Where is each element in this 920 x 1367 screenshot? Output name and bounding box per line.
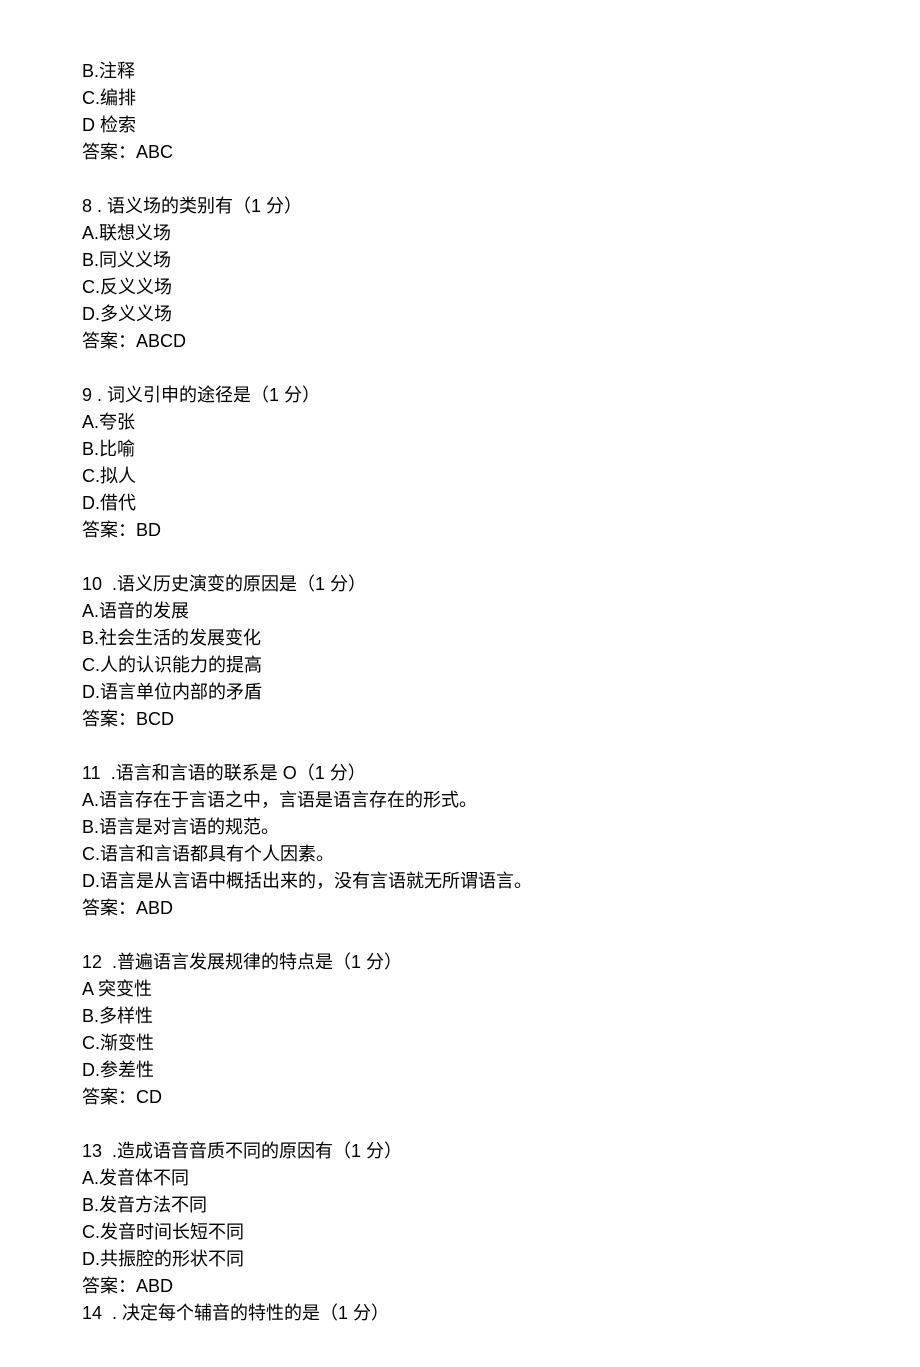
question-text: .普遍语言发展规律的特点是（1 分）	[102, 952, 402, 972]
option-line: C.发音时间长短不同	[82, 1219, 838, 1246]
question-stem: 14 . 决定每个辅音的特性的是（1 分）	[82, 1300, 838, 1327]
option-line: A.联想义场	[82, 220, 838, 247]
blank-line	[82, 1111, 838, 1138]
question-number: 9	[82, 385, 92, 405]
option-line: D.语言是从言语中概括出来的，没有言语就无所谓语言。	[82, 868, 838, 895]
blank-line	[82, 355, 838, 382]
option-line: B.同义义场	[82, 247, 838, 274]
option-line: D.共振腔的形状不同	[82, 1246, 838, 1273]
answer-line: 答案：ABC	[82, 139, 838, 166]
option-line: C.人的认识能力的提高	[82, 652, 838, 679]
question-stem: 9 . 词义引申的途径是（1 分）	[82, 382, 838, 409]
option-line: D.借代	[82, 490, 838, 517]
option-line: A 突变性	[82, 976, 838, 1003]
answer-line: 答案：ABD	[82, 895, 838, 922]
option-line: C.渐变性	[82, 1030, 838, 1057]
question-number: 8	[82, 196, 92, 216]
question-stem: 10 .语义历史演变的原因是（1 分）	[82, 571, 838, 598]
blank-line	[82, 166, 838, 193]
option-line: A.语音的发展	[82, 598, 838, 625]
option-line: B.多样性	[82, 1003, 838, 1030]
option-line: B.比喻	[82, 436, 838, 463]
question-text: . 词义引申的途径是（1 分）	[92, 385, 320, 405]
option-line: D 检索	[82, 112, 838, 139]
question-stem: 8 . 语义场的类别有（1 分）	[82, 193, 838, 220]
question-number: 11	[82, 763, 101, 783]
option-line: B.语言是对言语的规范。	[82, 814, 838, 841]
option-line: D.语言单位内部的矛盾	[82, 679, 838, 706]
option-line: C.拟人	[82, 463, 838, 490]
blank-line	[82, 922, 838, 949]
answer-line: 答案：BCD	[82, 706, 838, 733]
blank-line	[82, 544, 838, 571]
question-number: 10	[82, 574, 102, 594]
option-line: D.多义义场	[82, 301, 838, 328]
answer-line: 答案：ABCD	[82, 328, 838, 355]
option-line: B.发音方法不同	[82, 1192, 838, 1219]
question-number: 13	[82, 1141, 102, 1161]
option-line: A.语言存在于言语之中，言语是语言存在的形式。	[82, 787, 838, 814]
option-line: A.夸张	[82, 409, 838, 436]
answer-line: 答案：BD	[82, 517, 838, 544]
answer-line: 答案：ABD	[82, 1273, 838, 1300]
option-line: C.语言和言语都具有个人因素。	[82, 841, 838, 868]
option-line: C.编排	[82, 85, 838, 112]
option-line: C.反义义场	[82, 274, 838, 301]
question-text: .造成语音音质不同的原因有（1 分）	[102, 1141, 402, 1161]
question-stem: 11 .语言和言语的联系是 O（1 分）	[82, 760, 838, 787]
option-line: B.社会生活的发展变化	[82, 625, 838, 652]
option-line: D.参差性	[82, 1057, 838, 1084]
question-text: .语义历史演变的原因是（1 分）	[102, 574, 366, 594]
question-number: 12	[82, 952, 102, 972]
question-number: 14	[82, 1303, 102, 1323]
question-text: .语言和言语的联系是 O（1 分）	[101, 763, 366, 783]
option-line: B.注释	[82, 58, 838, 85]
blank-line	[82, 733, 838, 760]
document-page: B.注释 C.编排 D 检索 答案：ABC 8 . 语义场的类别有（1 分） A…	[0, 0, 920, 1367]
question-stem: 12 .普遍语言发展规律的特点是（1 分）	[82, 949, 838, 976]
option-line: A.发音体不同	[82, 1165, 838, 1192]
answer-line: 答案：CD	[82, 1084, 838, 1111]
question-text: . 决定每个辅音的特性的是（1 分）	[102, 1303, 389, 1323]
question-stem: 13 .造成语音音质不同的原因有（1 分）	[82, 1138, 838, 1165]
question-text: . 语义场的类别有（1 分）	[92, 196, 302, 216]
